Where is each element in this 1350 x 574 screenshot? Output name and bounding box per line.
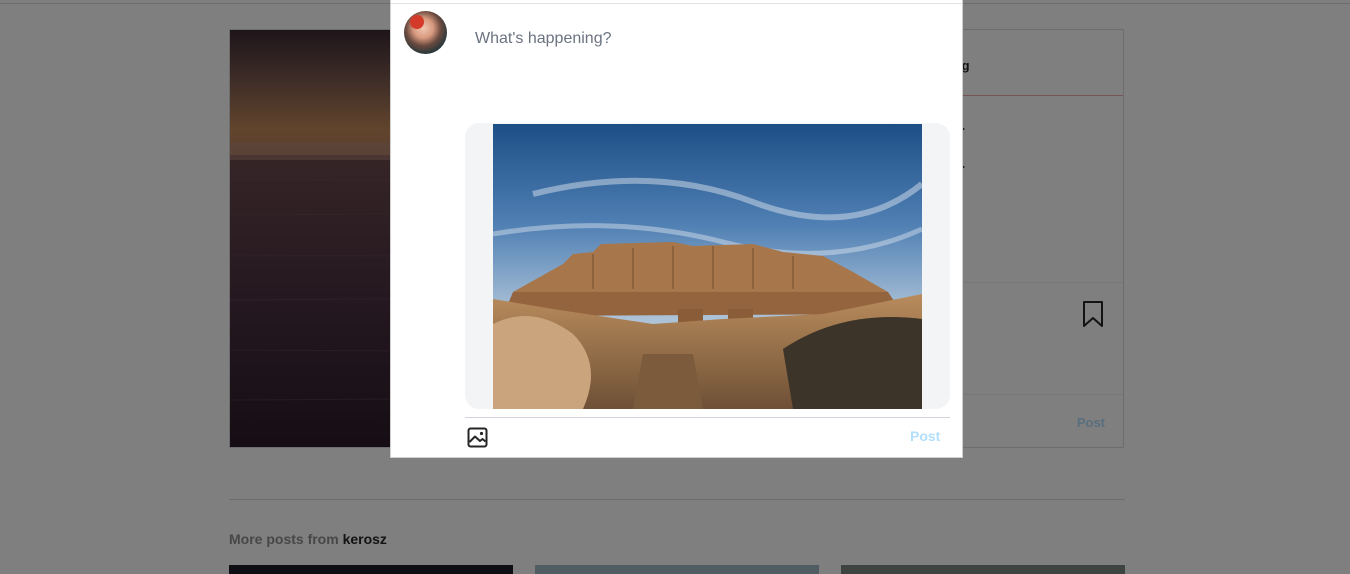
ziggurat-photo [493, 124, 922, 409]
compose-post-modal: Post [390, 0, 963, 458]
compose-text-input[interactable] [475, 27, 935, 51]
post-button[interactable]: Post [910, 428, 940, 444]
user-avatar[interactable] [404, 11, 447, 54]
avatar-hair [410, 15, 424, 29]
modal-footer-divider [465, 417, 950, 418]
image-preview [465, 123, 950, 409]
image-icon[interactable] [467, 427, 488, 448]
modal-top-border [391, 3, 962, 4]
